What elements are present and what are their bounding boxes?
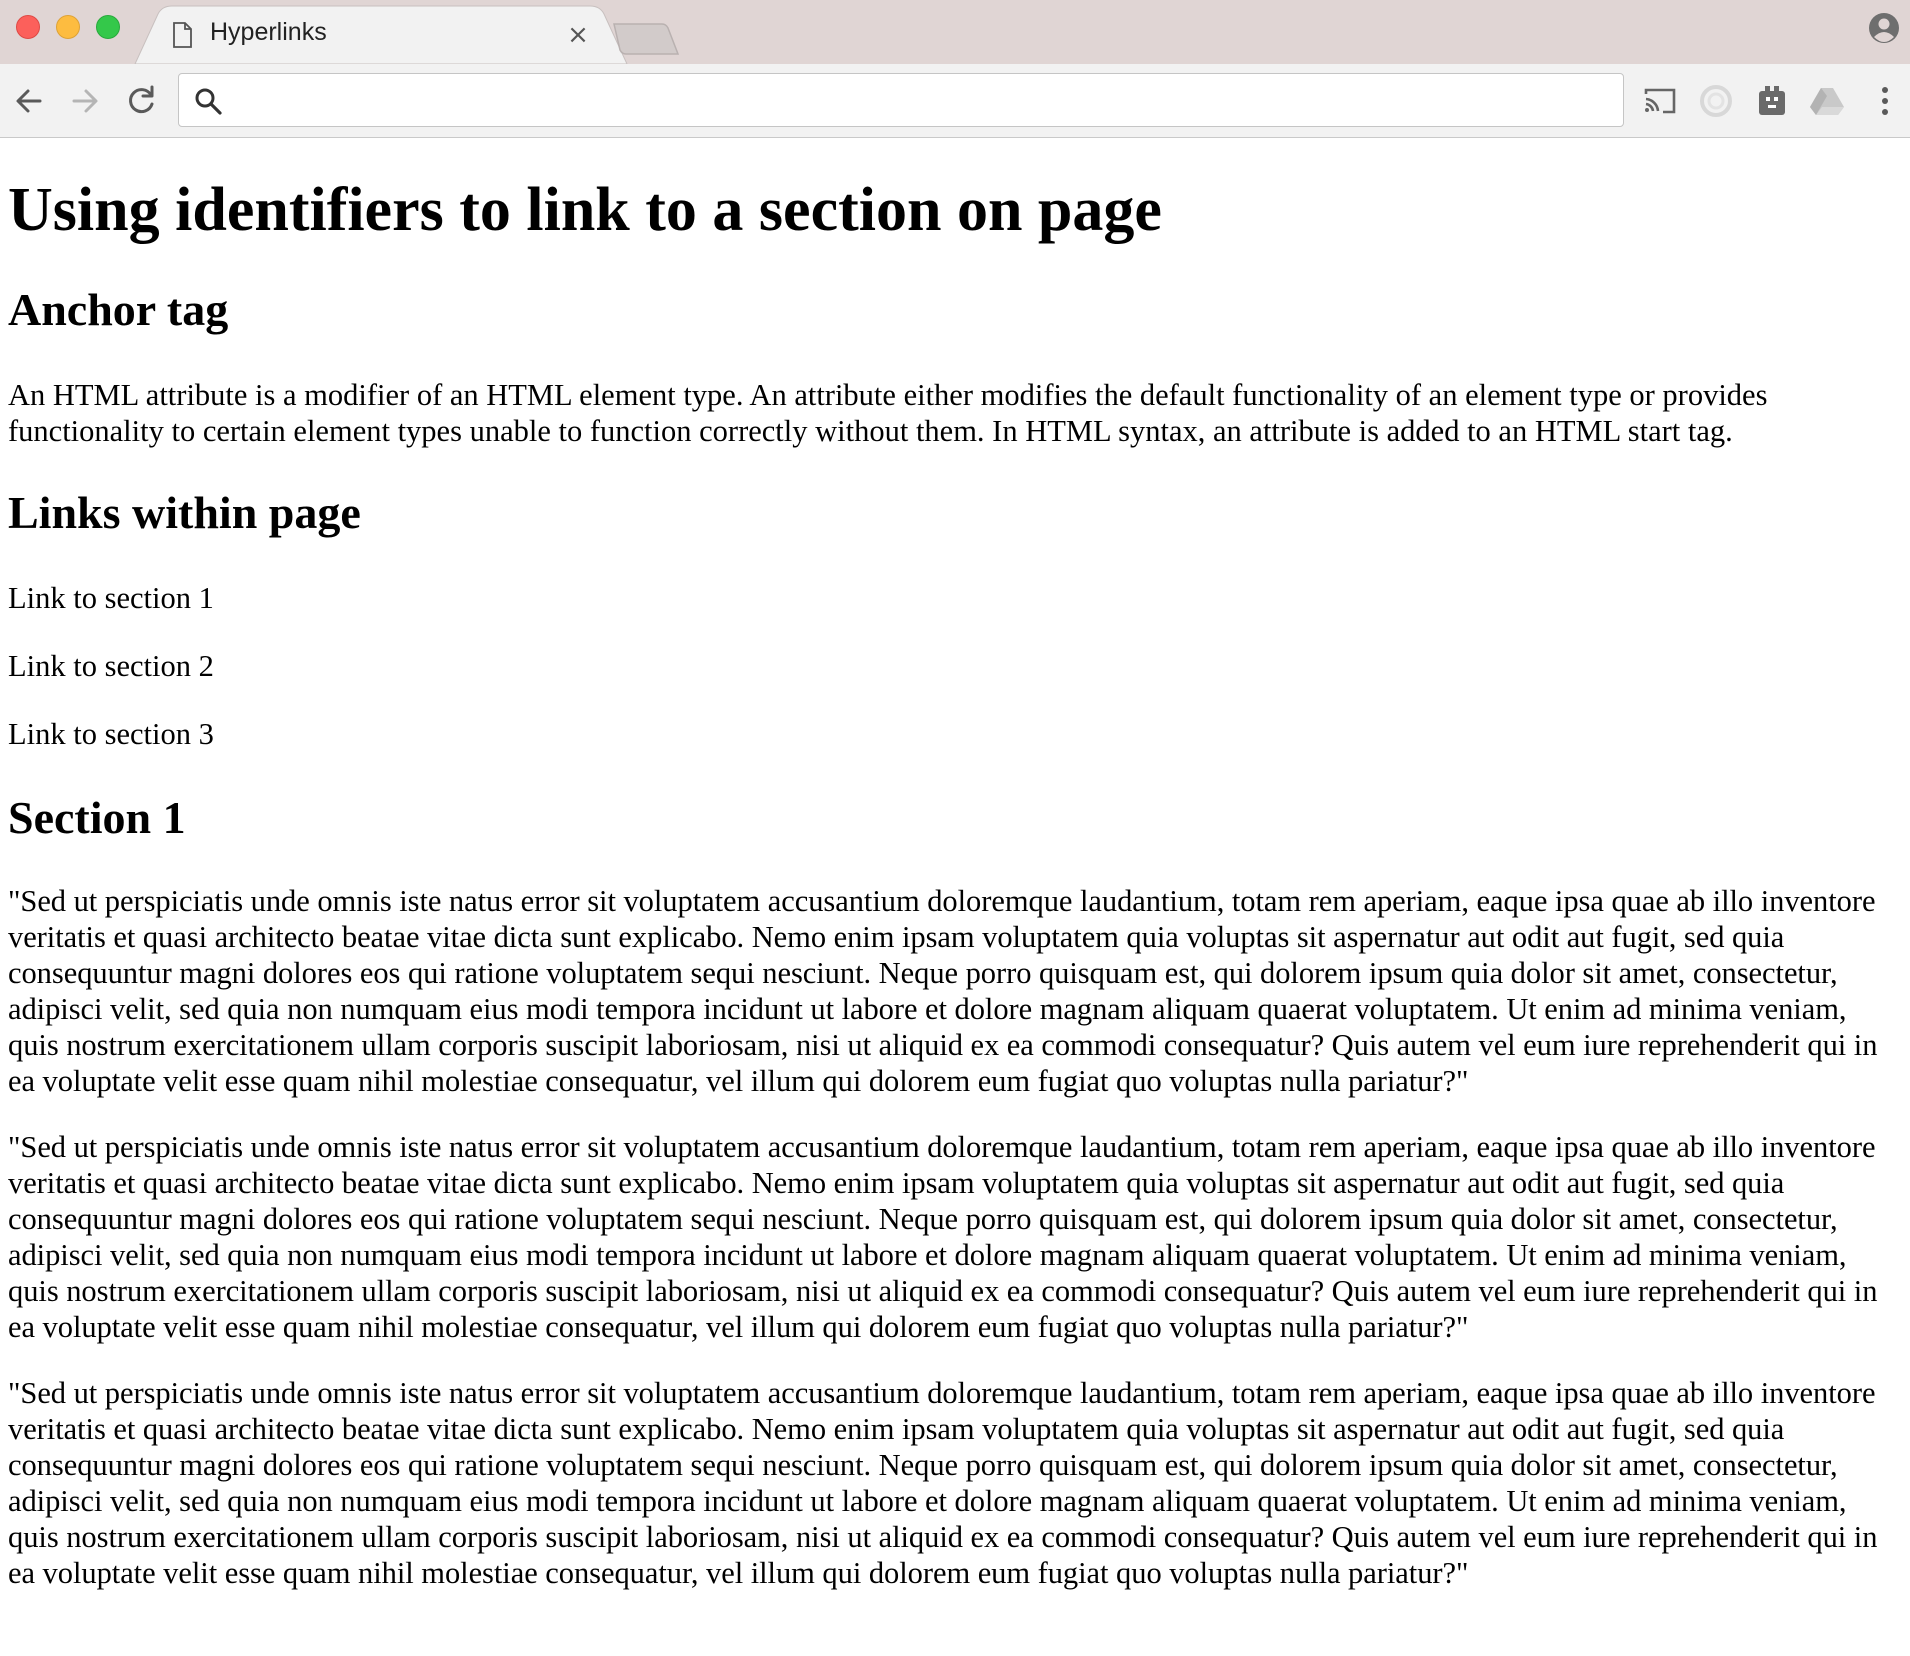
ring-extension-icon[interactable] (1697, 82, 1735, 120)
new-tab-button[interactable] (612, 22, 682, 56)
browser-toolbar (0, 64, 1910, 138)
profile-icon[interactable] (1868, 12, 1900, 44)
link-section-1[interactable]: Link to section 1 (8, 580, 1902, 616)
forward-arrow-icon[interactable] (66, 82, 104, 120)
menu-dots-icon[interactable] (1866, 82, 1904, 120)
tab-title: Hyperlinks (210, 18, 327, 46)
anchor-tag-paragraph: An HTML attribute is a modifier of an HT… (8, 378, 1768, 449)
link-section-2[interactable]: Link to section 2 (8, 648, 1902, 684)
link-section-3[interactable]: Link to section 3 (8, 716, 1902, 752)
back-arrow-icon[interactable] (10, 82, 48, 120)
search-icon (195, 88, 222, 115)
drive-icon[interactable] (1808, 82, 1846, 120)
tab-strip: Hyperlinks × (0, 0, 1910, 64)
page-content: Using identifiers to link to a section o… (0, 139, 1910, 1656)
page-title: Using identifiers to link to a section o… (8, 176, 1162, 244)
page-icon (173, 22, 192, 48)
address-bar[interactable] (178, 73, 1624, 127)
section-1-paragraph: "Sed ut perspiciatis unde omnis iste nat… (8, 1129, 1878, 1344)
section-1-heading: Section 1 (8, 792, 186, 844)
links-heading: Links within page (8, 487, 361, 539)
section-1-paragraph: "Sed ut perspiciatis unde omnis iste nat… (8, 883, 1878, 1098)
puzzle-extension-icon[interactable] (1753, 82, 1791, 120)
close-tab-icon[interactable]: × (565, 22, 591, 48)
anchor-tag-heading: Anchor tag (8, 284, 229, 336)
reload-icon[interactable] (122, 82, 160, 120)
cast-icon[interactable] (1641, 82, 1679, 120)
address-input[interactable] (235, 80, 1605, 120)
section-1-paragraph: "Sed ut perspiciatis unde omnis iste nat… (8, 1375, 1878, 1590)
